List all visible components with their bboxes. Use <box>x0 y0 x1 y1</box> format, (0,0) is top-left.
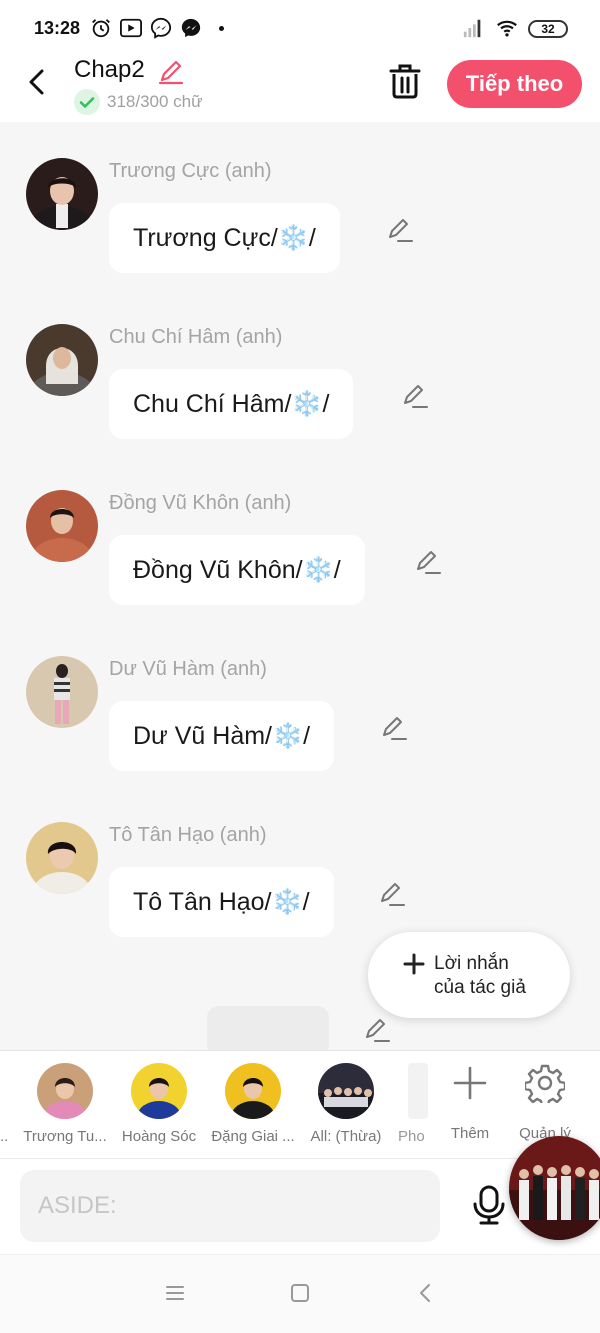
character-item[interactable]: Trương Tu... <box>20 1063 110 1145</box>
back-button[interactable] <box>22 66 54 98</box>
partial-message-bubble[interactable] <box>207 1006 329 1056</box>
top-bar: Chap2 318/300 chữ Tiếp theo <box>0 56 600 122</box>
character-name: Dư Vũ Hàm (anh) <box>109 658 267 680</box>
edit-icon[interactable] <box>380 714 408 742</box>
edit-icon[interactable] <box>414 548 442 576</box>
navigation-bar <box>0 1254 600 1333</box>
home-icon[interactable] <box>288 1281 312 1305</box>
message-item: Chu Chí Hâm (anh) Chu Chí Hâm/❄️/ <box>0 324 600 454</box>
character-bar: .. Trương Tu... Hoàng Sóc Đặng Giai ... … <box>0 1050 600 1158</box>
avatar[interactable] <box>26 490 98 562</box>
back-nav-icon[interactable] <box>414 1281 438 1305</box>
character-name: Đồng Vũ Khôn (anh) <box>109 492 292 514</box>
character-item[interactable]: Hoàng Sóc <box>114 1063 204 1145</box>
author-note-label: Lời nhắn <box>434 953 509 974</box>
edit-icon[interactable] <box>386 216 414 244</box>
character-item[interactable]: Đặng Giai ... <box>208 1063 298 1145</box>
messenger-icon <box>150 17 172 39</box>
avatar[interactable] <box>408 1063 428 1119</box>
message-item: Dư Vũ Hàm (anh) Dư Vũ Hàm/❄️/ <box>0 656 600 786</box>
character-label: Đặng Giai ... <box>211 1128 295 1145</box>
notification-dot <box>219 26 224 31</box>
avatar <box>131 1063 187 1119</box>
word-count: 318/300 chữ <box>107 92 203 111</box>
add-label: Thêm <box>450 1125 490 1142</box>
youtube-icon <box>120 18 142 38</box>
leading-ellipsis: .. <box>0 1128 9 1145</box>
battery-icon: 32 <box>528 20 568 38</box>
character-name: Trương Cực (anh) <box>109 160 272 182</box>
microphone-icon[interactable] <box>472 1185 506 1225</box>
character-name: Tô Tân Hạo (anh) <box>109 824 267 846</box>
input-row <box>0 1158 600 1254</box>
plus-icon <box>403 953 425 975</box>
aside-input[interactable] <box>20 1170 440 1242</box>
avatar[interactable] <box>26 324 98 396</box>
message-item: Đồng Vũ Khôn (anh) Đồng Vũ Khôn/❄️/ <box>0 490 600 620</box>
edit-icon[interactable] <box>401 382 429 410</box>
signal-icon <box>463 19 481 38</box>
floating-avatar[interactable] <box>509 1136 600 1240</box>
avatar[interactable] <box>26 158 98 230</box>
message-bubble[interactable]: Dư Vũ Hàm/❄️/ <box>109 701 335 771</box>
message-bubble[interactable]: Tô Tân Hạo/❄️/ <box>109 867 334 937</box>
message-bubble[interactable]: Chu Chí Hâm/❄️/ <box>109 369 354 439</box>
character-label[interactable]: Pho <box>398 1128 425 1145</box>
message-item: Trương Cực (anh) Trương Cực/❄️/ <box>0 158 600 288</box>
wifi-icon <box>497 20 517 37</box>
check-icon <box>74 89 100 115</box>
character-label: Trương Tu... <box>23 1128 107 1145</box>
message-bubble[interactable]: Trương Cực/❄️/ <box>109 203 340 273</box>
author-note-button[interactable]: Lời nhắn của tác giả <box>368 932 570 1018</box>
trash-icon[interactable] <box>388 62 422 100</box>
avatar[interactable] <box>26 656 98 728</box>
messenger-icon <box>181 18 201 38</box>
character-label: All: (Thừa) <box>310 1128 382 1145</box>
edit-title-icon[interactable] <box>156 56 186 86</box>
chapter-title[interactable]: Chap2 <box>74 56 145 84</box>
status-time: 13:28 <box>34 18 81 38</box>
avatar <box>318 1063 374 1119</box>
gear-icon <box>523 1064 567 1108</box>
next-button[interactable]: Tiếp theo <box>447 60 582 108</box>
avatar <box>37 1063 93 1119</box>
edit-icon[interactable] <box>363 1016 391 1044</box>
avatar <box>225 1063 281 1119</box>
add-character-button[interactable]: Thêm <box>450 1063 490 1142</box>
character-name: Chu Chí Hâm (anh) <box>109 326 283 348</box>
plus-icon <box>453 1066 487 1100</box>
menu-icon[interactable] <box>163 1281 187 1305</box>
author-note-label: của tác giả <box>434 977 526 998</box>
manage-button[interactable]: Quản lý <box>510 1063 580 1142</box>
avatar[interactable] <box>26 822 98 894</box>
character-label: Hoàng Sóc <box>121 1128 197 1145</box>
edit-icon[interactable] <box>378 880 406 908</box>
message-bubble[interactable]: Đồng Vũ Khôn/❄️/ <box>109 535 365 605</box>
alarm-icon <box>92 19 110 38</box>
character-item[interactable]: All: (Thừa) <box>301 1063 391 1145</box>
status-bar: 13:28 32 <box>0 0 600 56</box>
